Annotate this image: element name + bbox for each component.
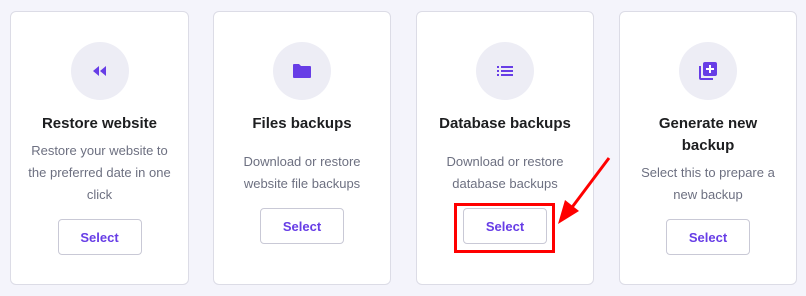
annotation-arrow bbox=[558, 157, 611, 224]
